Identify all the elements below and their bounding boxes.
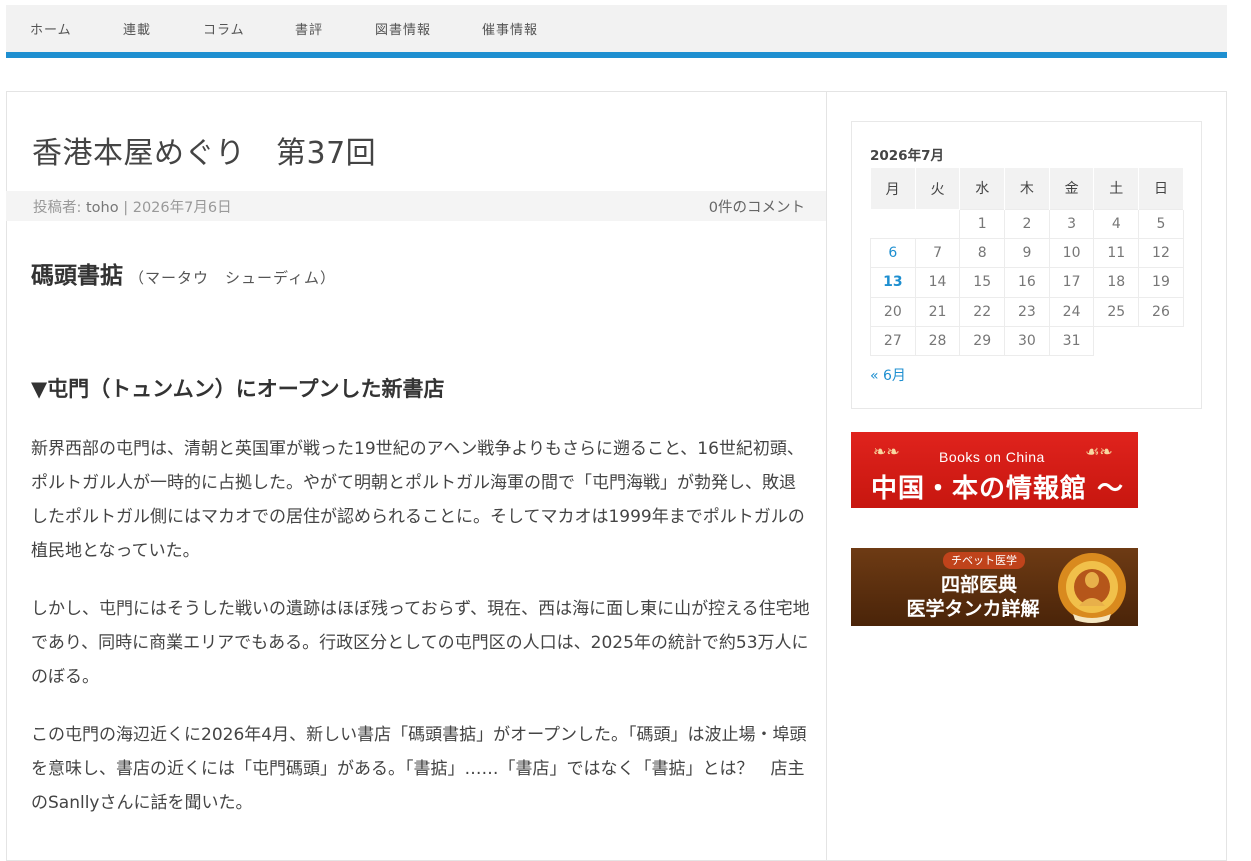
calendar-week-row: 27 28 29 30 31 xyxy=(870,326,1184,357)
calendar-weekday: 日 xyxy=(1138,168,1184,209)
calendar-weekday: 火 xyxy=(915,168,961,209)
meta-separator: | xyxy=(118,199,133,216)
author-prefix: 投稿者: xyxy=(33,199,86,216)
calendar-day: 20 xyxy=(870,296,916,328)
calendar-body: 1 2 3 4 5 6 7 8 9 10 11 12 13 14 15 16 17 18 19 20 21 22 23 24 2… xyxy=(870,208,1184,357)
calendar-empty-cell xyxy=(1139,327,1184,356)
calendar-day: 10 xyxy=(1048,237,1095,269)
nav-item-reviews[interactable]: 書評 xyxy=(295,19,375,38)
nav-item-home[interactable]: ホーム xyxy=(30,19,123,38)
column-divider xyxy=(826,91,827,861)
comments-link[interactable]: 0件のコメント xyxy=(709,196,805,217)
calendar-caption: 2026年7月 xyxy=(870,148,944,164)
calendar-weekday: 金 xyxy=(1049,168,1095,209)
tibetan-medicine-banner[interactable]: チベット医学 四部医典 医学タンカ詳解 xyxy=(851,548,1138,626)
calendar-day: 12 xyxy=(1138,237,1184,269)
author-link[interactable]: toho xyxy=(86,200,119,216)
thangka-image-icon xyxy=(1058,553,1126,623)
calendar-week-row: 20 21 22 23 24 25 26 xyxy=(870,296,1184,328)
calendar-day: 1 xyxy=(959,208,1006,239)
calendar-day: 22 xyxy=(959,296,1006,328)
calendar-day-today[interactable]: 13 xyxy=(870,267,916,298)
nav-item-book-info[interactable]: 図書情報 xyxy=(375,19,482,38)
ornament-left-icon: ❧❧ xyxy=(873,442,900,461)
calendar-week-row: 13 14 15 16 17 18 19 xyxy=(870,267,1184,298)
calendar-week-row: 6 7 8 9 10 11 12 xyxy=(870,237,1184,269)
article-paragraph-1: 新界西部の屯門は、清朝と英国軍が戦った19世紀のアヘン戦争よりもさらに遡ること、… xyxy=(31,439,805,561)
calendar-empty-cell xyxy=(915,209,960,238)
calendar-day: 2 xyxy=(1004,208,1050,239)
nav-item-series[interactable]: 連載 xyxy=(123,19,203,38)
books-on-china-banner[interactable]: ❧❧ ☙❧ Books on China 中国・本の情報館 ～ xyxy=(851,432,1138,508)
post-title: 香港本屋めぐり 第37回 xyxy=(32,136,377,171)
calendar-day: 29 xyxy=(959,326,1006,357)
calendar-day: 30 xyxy=(1004,326,1050,357)
banner-tag: チベット医学 xyxy=(943,552,1025,569)
calendar-day-link[interactable]: 6 xyxy=(870,237,916,269)
calendar-widget: 2026年7月 月火水木金土日 1 2 3 4 5 6 7 8 9 10 11 12 13 14 15 16 1… xyxy=(851,121,1202,409)
calendar-weekday: 土 xyxy=(1093,168,1140,209)
banner-subtitle: Books on China xyxy=(939,449,1045,465)
calendar-weekday: 水 xyxy=(959,168,1006,209)
calendar-week-row: 12345 xyxy=(871,208,1184,239)
calendar-day: 17 xyxy=(1048,267,1095,298)
calendar-day: 18 xyxy=(1093,267,1140,298)
calendar-day: 26 xyxy=(1138,296,1184,328)
calendar-day: 24 xyxy=(1048,296,1095,328)
calendar-day: 4 xyxy=(1093,208,1140,239)
calendar-day: 5 xyxy=(1138,208,1184,239)
store-name: 碼頭書掂 xyxy=(31,263,123,289)
calendar-day: 25 xyxy=(1093,296,1140,328)
top-navigation: ホーム 連載 コラム 書評 図書情報 催事情報 xyxy=(6,5,1227,58)
nav-item-column[interactable]: コラム xyxy=(203,19,295,38)
post-meta-left: 投稿者: toho | 2026年7月6日 xyxy=(33,196,709,217)
article-paragraph-2: しかし、屯門にはそうした戦いの遺跡はほぼ残っておらず、現在、西は海に面し東に山が… xyxy=(31,599,810,687)
calendar-day: 8 xyxy=(959,237,1006,269)
calendar-day: 19 xyxy=(1138,267,1184,298)
calendar-table: 月火水木金土日 1 2 3 4 5 6 7 8 9 10 11 12 13 14 15 16 17 18 19 20 2… xyxy=(870,168,1184,357)
article-paragraph-3: この屯門の海辺近くに2026年4月、新しい書店「碼頭書掂」がオープンした。「碼頭… xyxy=(31,725,807,813)
calendar-day: 7 xyxy=(914,237,961,269)
calendar-day: 11 xyxy=(1093,237,1140,269)
store-reading: （マータウ シューディム） xyxy=(129,269,336,287)
calendar-weekday-row: 月火水木金土日 xyxy=(870,168,1184,209)
nav-item-events[interactable]: 催事情報 xyxy=(482,19,582,38)
banner-line-2: 医学タンカ詳解 xyxy=(906,598,1040,620)
calendar-empty-cell xyxy=(1094,327,1139,356)
calendar-prev-month-link[interactable]: « 6月 xyxy=(870,365,906,385)
calendar-weekday: 木 xyxy=(1004,168,1050,209)
calendar-day: 23 xyxy=(1004,296,1050,328)
calendar-day: 28 xyxy=(914,326,961,357)
calendar-day: 3 xyxy=(1048,208,1095,239)
post-date[interactable]: 2026年7月6日 xyxy=(133,200,232,216)
calendar-day: 15 xyxy=(959,267,1006,298)
store-name-heading: 碼頭書掂 （マータウ シューディム） xyxy=(31,256,336,290)
calendar-day: 16 xyxy=(1004,267,1050,298)
banner-title: 中国・本の情報館 ～ xyxy=(871,474,1125,504)
banner-line-1: 四部医典 xyxy=(940,574,1017,596)
post-meta: 投稿者: toho | 2026年7月6日 0件のコメント xyxy=(6,191,826,221)
calendar-day: 27 xyxy=(870,326,916,357)
calendar-weekday: 月 xyxy=(870,168,916,209)
section-heading: ▼屯門（トュンムン）にオープンした新書店 xyxy=(31,377,445,401)
ornament-right-icon: ☙❧ xyxy=(1085,442,1113,461)
calendar-day: 14 xyxy=(914,267,961,298)
calendar-day: 31 xyxy=(1048,326,1095,357)
calendar-empty-cell xyxy=(871,209,916,238)
calendar-day: 21 xyxy=(914,296,961,328)
calendar-day: 9 xyxy=(1004,237,1050,269)
